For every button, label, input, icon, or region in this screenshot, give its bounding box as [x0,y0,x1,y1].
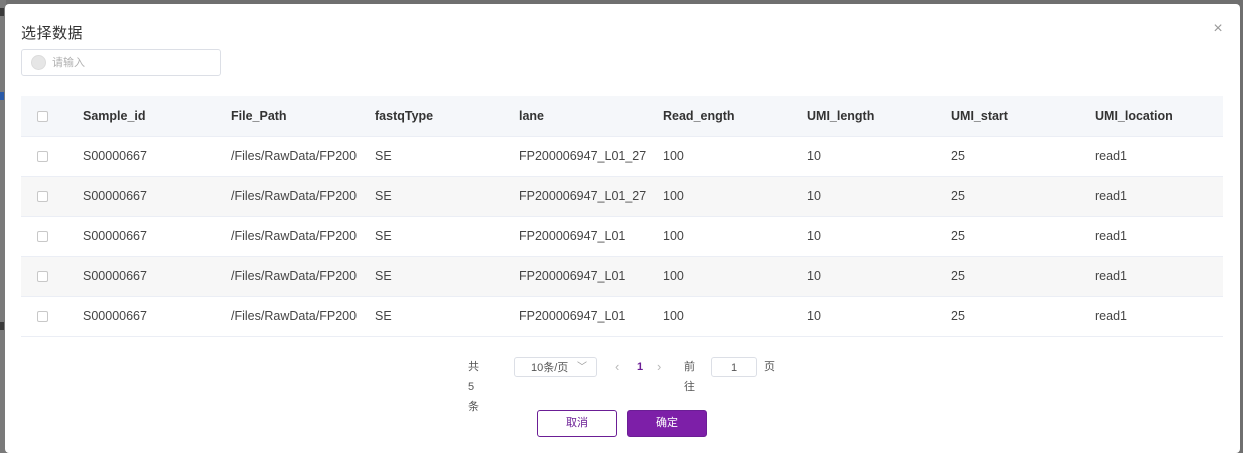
umi-length-cell: 10 [807,296,951,337]
row-select-cell [21,296,83,337]
row-checkbox[interactable] [37,311,48,323]
dialog-title: 选择数据 [21,25,84,42]
row-checkbox[interactable] [37,271,48,283]
lane-cell: FP200006947_L01_27 [519,136,663,177]
table-row[interactable]: S00000667 /Files/RawData/FP2000 SE FP200… [21,216,1223,257]
umi-start-cell: 25 [951,296,1095,337]
table-row[interactable]: S00000667 /Files/RawData/FP2000 SE FP200… [21,296,1223,337]
goto-page-input[interactable]: 1 [711,357,757,377]
row-select-cell [21,136,83,177]
select-data-dialog: 选择数据 × Sample_id File_Path fastqType lan… [5,4,1240,453]
lane-cell: FP200006947_L01 [519,216,663,257]
read-length-cell: 100 [663,136,807,177]
file-path-text: /Files/RawData/FP2000 [231,229,357,243]
search-input[interactable] [52,54,212,72]
file-path-cell: /Files/RawData/FP2000 [231,296,375,337]
file-path-text: /Files/RawData/FP2000 [231,149,357,163]
umi-length-cell: 10 [807,136,951,177]
page-size-select[interactable]: 10条/页 ﹀ [514,357,597,377]
lane-cell: FP200006947_L01 [519,296,663,337]
close-icon[interactable]: × [1210,21,1226,37]
column-header[interactable]: Sample_id [83,96,231,137]
table-row[interactable]: S00000667 /Files/RawData/FP2000 SE FP200… [21,256,1223,297]
sample-id-cell: S00000667 [83,136,231,177]
background-mark [0,322,4,330]
read-length-cell: 100 [663,256,807,297]
prev-page-icon[interactable]: ‹ [615,357,619,377]
read-length-cell: 100 [663,216,807,257]
data-table: Sample_id File_Path fastqType lane Read_… [21,96,1223,337]
page-number-current[interactable]: 1 [637,357,643,377]
lane-cell: FP200006947_L01_27 [519,176,663,217]
umi-location-cell: read1 [1095,296,1223,337]
fastq-type-cell: SE [375,176,519,217]
umi-start-cell: 25 [951,216,1095,257]
fastq-type-cell: SE [375,256,519,297]
umi-start-cell: 25 [951,136,1095,177]
next-page-icon[interactable]: › [657,357,661,377]
background-mark [0,92,4,100]
row-checkbox[interactable] [37,191,48,203]
column-header[interactable]: lane [519,96,663,137]
row-checkbox[interactable] [37,231,48,243]
umi-location-cell: read1 [1095,256,1223,297]
umi-length-cell: 10 [807,256,951,297]
file-path-text: /Files/RawData/FP2000 [231,269,357,283]
fastq-type-cell: SE [375,216,519,257]
umi-length-cell: 10 [807,176,951,217]
sample-id-cell: S00000667 [83,256,231,297]
row-select-cell [21,176,83,217]
search-field[interactable] [21,49,221,76]
select-all-checkbox[interactable] [37,110,48,122]
column-header[interactable]: fastqType [375,96,519,137]
column-header[interactable]: File_Path [231,96,375,137]
table-row[interactable]: S00000667 /Files/RawData/FP2000 SE FP200… [21,176,1223,217]
fastq-type-cell: SE [375,296,519,337]
goto-label: 前往 [684,361,695,393]
chevron-down-icon: ﹀ [577,362,587,373]
fastq-type-cell: SE [375,136,519,177]
search-icon [31,55,46,70]
read-length-cell: 100 [663,296,807,337]
row-select-cell [21,256,83,297]
page-size-value: 10条/页 [531,362,569,374]
column-header[interactable]: UMI_start [951,96,1095,137]
file-path-cell: /Files/RawData/FP2000 [231,216,375,257]
total-count: 共 5 条 [468,361,479,413]
file-path-cell: /Files/RawData/FP2000 [231,256,375,297]
umi-start-cell: 25 [951,176,1095,217]
umi-location-cell: read1 [1095,216,1223,257]
row-select-cell [21,216,83,257]
column-header[interactable]: UMI_location [1095,96,1223,137]
file-path-text: /Files/RawData/FP2000 [231,309,357,323]
cancel-button[interactable]: 取消 [537,410,617,437]
sample-id-cell: S00000667 [83,296,231,337]
confirm-button[interactable]: 确定 [627,410,707,437]
umi-start-cell: 25 [951,256,1095,297]
row-checkbox[interactable] [37,151,48,163]
table-row[interactable]: S00000667 /Files/RawData/FP2000 SE FP200… [21,136,1223,177]
column-header[interactable]: Read_ength [663,96,807,137]
read-length-cell: 100 [663,176,807,217]
umi-length-cell: 10 [807,216,951,257]
sample-id-cell: S00000667 [83,176,231,217]
file-path-cell: /Files/RawData/FP2000 [231,136,375,177]
lane-cell: FP200006947_L01 [519,256,663,297]
background-mark [0,8,4,16]
file-path-text: /Files/RawData/FP2000 [231,189,357,203]
sample-id-cell: S00000667 [83,216,231,257]
file-path-cell: /Files/RawData/FP2000 [231,176,375,217]
umi-location-cell: read1 [1095,136,1223,177]
select-all-cell [21,96,83,137]
table-header-row: Sample_id File_Path fastqType lane Read_… [21,96,1223,137]
page-suffix-label: 页 [764,361,775,373]
umi-location-cell: read1 [1095,176,1223,217]
column-header[interactable]: UMI_length [807,96,951,137]
